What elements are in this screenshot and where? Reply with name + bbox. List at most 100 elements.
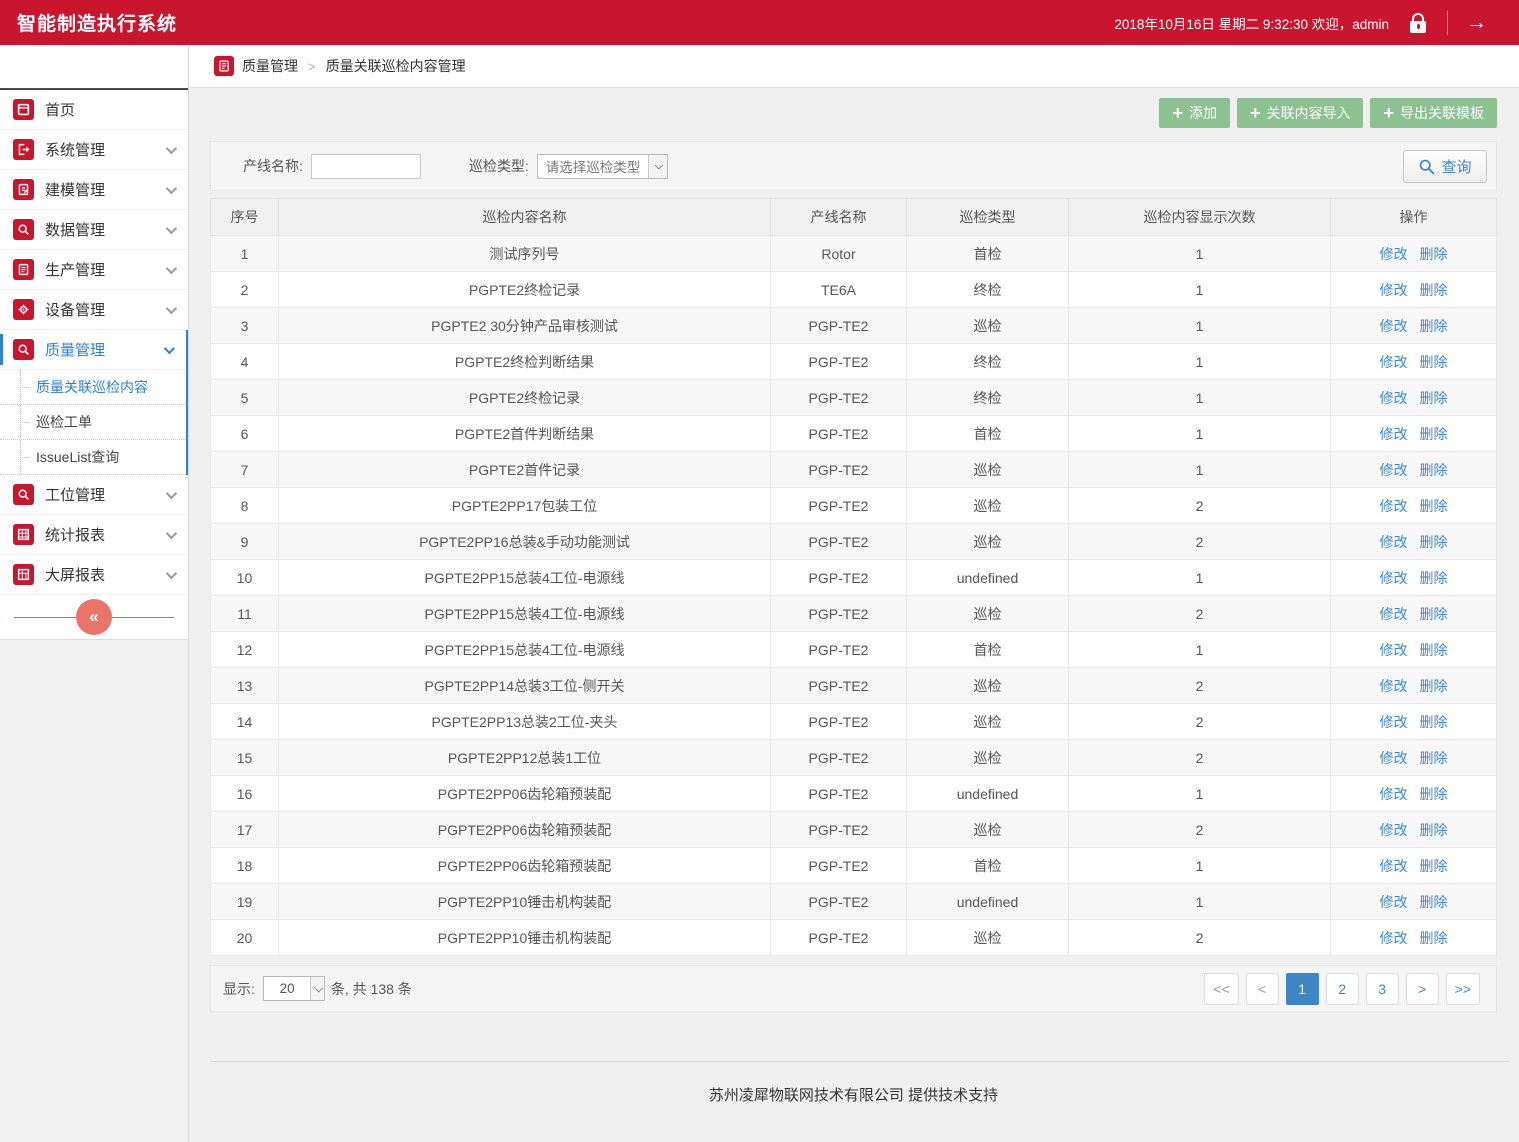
delete-link[interactable]: 删除 [1420, 318, 1448, 334]
delete-link[interactable]: 删除 [1420, 678, 1448, 694]
delete-link[interactable]: 删除 [1420, 282, 1448, 298]
delete-link[interactable]: 删除 [1420, 426, 1448, 442]
logout-arrow-icon[interactable]: → [1466, 12, 1491, 33]
table-row: 13 PGPTE2PP14总装3工位-侧开关 PGP-TE2 巡检 2 修改删除 [211, 668, 1497, 704]
sidebar-item-production[interactable]: 生产管理 [0, 250, 188, 290]
modify-link[interactable]: 修改 [1380, 282, 1408, 298]
sidebar-item-modeling[interactable]: 建模管理 [0, 170, 188, 210]
modify-link[interactable]: 修改 [1380, 498, 1408, 514]
modify-link[interactable]: 修改 [1380, 246, 1408, 262]
top-bar: 智能制造执行系统 2018年10月16日 星期二 9:32:30 欢迎，admi… [0, 0, 1519, 45]
delete-link[interactable]: 删除 [1420, 606, 1448, 622]
cell-count: 2 [1069, 488, 1331, 524]
sidebar-collapse-button[interactable]: « [76, 599, 112, 635]
modify-link[interactable]: 修改 [1380, 714, 1408, 730]
cell-actions: 修改删除 [1331, 416, 1497, 452]
cell-name: PGPTE2PP13总装2工位-夹头 [279, 704, 771, 740]
delete-link[interactable]: 删除 [1420, 750, 1448, 766]
delete-link[interactable]: 删除 [1420, 642, 1448, 658]
modify-link[interactable]: 修改 [1380, 750, 1408, 766]
toolbar-button-0[interactable]: 添加 [1159, 98, 1230, 128]
table-row: 6 PGPTE2首件判断结果 PGP-TE2 首检 1 修改删除 [211, 416, 1497, 452]
page-button[interactable]: < [1246, 973, 1279, 1005]
plus-icon [1383, 104, 1394, 122]
table-row: 5 PGPTE2终检记录 PGP-TE2 终检 1 修改删除 [211, 380, 1497, 416]
breadcrumb-section[interactable]: 质量管理 [242, 56, 298, 76]
sidebar-item-home[interactable]: 首页 [0, 90, 188, 130]
page-button[interactable]: 3 [1366, 973, 1399, 1005]
modify-link[interactable]: 修改 [1380, 426, 1408, 442]
cell-actions: 修改删除 [1331, 740, 1497, 776]
delete-link[interactable]: 删除 [1420, 786, 1448, 802]
cell-count: 1 [1069, 272, 1331, 308]
station-icon [13, 484, 34, 505]
search-icon [1418, 158, 1435, 175]
search-button[interactable]: 查询 [1403, 150, 1487, 183]
delete-link[interactable]: 删除 [1420, 570, 1448, 586]
modify-link[interactable]: 修改 [1380, 354, 1408, 370]
delete-link[interactable]: 删除 [1420, 246, 1448, 262]
modify-link[interactable]: 修改 [1380, 462, 1408, 478]
sidebar-item-data[interactable]: 数据管理 [0, 210, 188, 250]
modify-link[interactable]: 修改 [1380, 534, 1408, 550]
inspect-type-label: 巡检类型: [469, 156, 529, 176]
sidebar-subitem[interactable]: 巡检工单 [0, 405, 186, 440]
cell-type: 巡检 [907, 308, 1069, 344]
sidebar-item-station[interactable]: 工位管理 [0, 475, 188, 515]
delete-link[interactable]: 删除 [1420, 534, 1448, 550]
delete-link[interactable]: 删除 [1420, 858, 1448, 874]
modify-link[interactable]: 修改 [1380, 678, 1408, 694]
modify-link[interactable]: 修改 [1380, 930, 1408, 946]
page-button-current[interactable]: 1 [1286, 973, 1319, 1005]
sidebar-subitem[interactable]: IssueList查询 [0, 440, 186, 475]
sidebar-item-system[interactable]: 系统管理 [0, 130, 188, 170]
sidebar-item-bigscreen[interactable]: 大屏报表 [0, 555, 188, 595]
line-name-input[interactable] [311, 154, 421, 179]
delete-link[interactable]: 删除 [1420, 390, 1448, 406]
cell-type: 巡检 [907, 596, 1069, 632]
modify-link[interactable]: 修改 [1380, 606, 1408, 622]
delete-link[interactable]: 删除 [1420, 462, 1448, 478]
delete-link[interactable]: 删除 [1420, 822, 1448, 838]
page-button[interactable]: > [1406, 973, 1439, 1005]
modify-link[interactable]: 修改 [1380, 390, 1408, 406]
delete-link[interactable]: 删除 [1420, 354, 1448, 370]
cell-name: PGPTE2终检记录 [279, 272, 771, 308]
cell-no: 12 [211, 632, 279, 668]
cell-type: 首检 [907, 848, 1069, 884]
cell-type: 巡检 [907, 488, 1069, 524]
modify-link[interactable]: 修改 [1380, 642, 1408, 658]
sidebar-subitem[interactable]: 质量关联巡检内容 [0, 370, 186, 405]
modify-link[interactable]: 修改 [1380, 894, 1408, 910]
page-button[interactable]: 2 [1326, 973, 1359, 1005]
inspect-type-selected-value: 请选择巡检类型 [538, 156, 649, 176]
page-button[interactable]: << [1204, 973, 1238, 1005]
modify-link[interactable]: 修改 [1380, 570, 1408, 586]
modify-link[interactable]: 修改 [1380, 318, 1408, 334]
sidebar-item-quality[interactable]: 质量管理 [0, 330, 186, 370]
delete-link[interactable]: 删除 [1420, 894, 1448, 910]
modify-link[interactable]: 修改 [1380, 786, 1408, 802]
chevron-down-icon [166, 302, 177, 313]
page-size-select[interactable]: 20 [263, 976, 325, 1001]
modify-link[interactable]: 修改 [1380, 858, 1408, 874]
delete-link[interactable]: 删除 [1420, 498, 1448, 514]
cell-actions: 修改删除 [1331, 380, 1497, 416]
delete-link[interactable]: 删除 [1420, 714, 1448, 730]
delete-link[interactable]: 删除 [1420, 930, 1448, 946]
cell-type: undefined [907, 884, 1069, 920]
toolbar-button-2[interactable]: 导出关联模板 [1370, 98, 1497, 128]
cell-name: PGPTE2PP06齿轮箱预装配 [279, 848, 771, 884]
cell-actions: 修改删除 [1331, 452, 1497, 488]
modify-link[interactable]: 修改 [1380, 822, 1408, 838]
cell-actions: 修改删除 [1331, 632, 1497, 668]
cell-count: 1 [1069, 416, 1331, 452]
toolbar-button-1[interactable]: 关联内容导入 [1237, 98, 1364, 128]
sidebar-item-report[interactable]: 统计报表 [0, 515, 188, 555]
inspect-type-select[interactable]: 请选择巡检类型 [537, 154, 668, 179]
lock-icon[interactable] [1407, 12, 1429, 34]
cell-actions: 修改删除 [1331, 776, 1497, 812]
cell-type: 首检 [907, 236, 1069, 272]
page-button[interactable]: >> [1446, 973, 1480, 1005]
sidebar-item-equipment[interactable]: 设备管理 [0, 290, 188, 330]
